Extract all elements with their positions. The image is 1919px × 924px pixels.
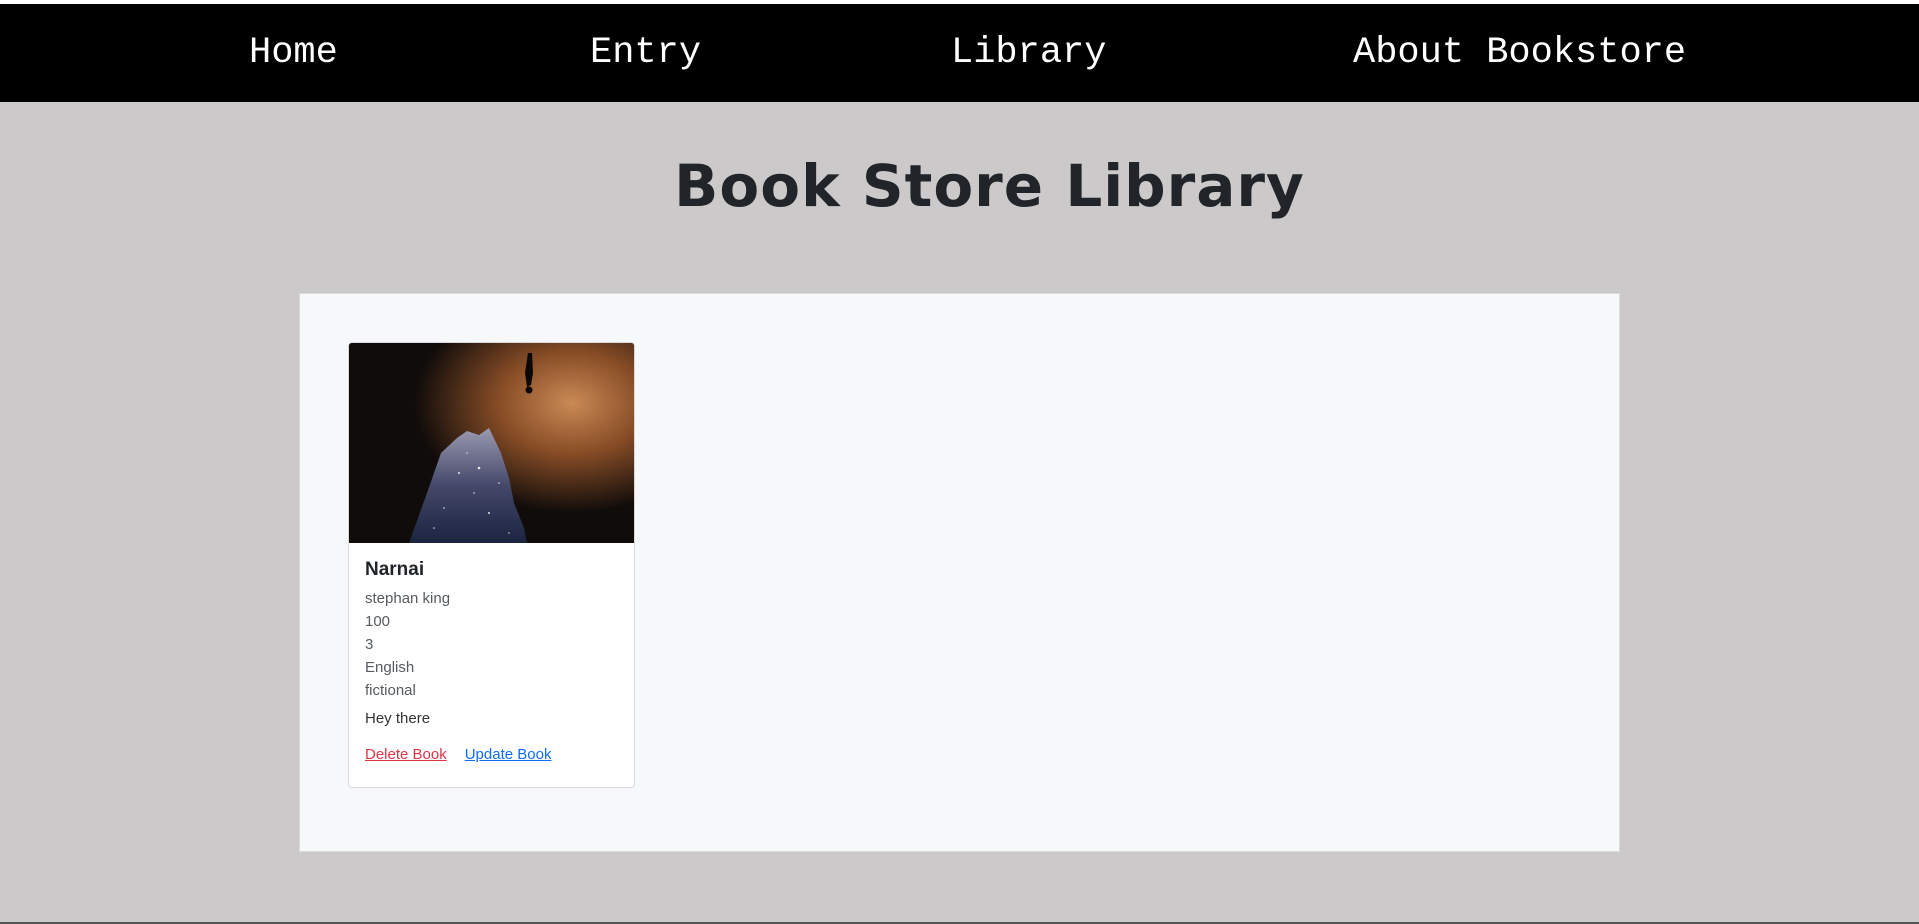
book-card: Narnai stephan king 100 3 English fictio… (348, 342, 635, 788)
book-title: Narnai (365, 559, 425, 580)
book-language: English (365, 659, 415, 676)
library-panel: Narnai stephan king 100 3 English fictio… (299, 293, 1620, 852)
nav-entry-link[interactable]: Entry (590, 4, 701, 102)
delete-book-link[interactable]: Delete Book (365, 746, 447, 763)
update-book-link[interactable]: Update Book (465, 746, 552, 763)
nav-about-link[interactable]: About Bookstore (1353, 4, 1686, 102)
book-actions: Delete Book Update Book (365, 746, 618, 763)
book-author: stephan king (365, 590, 451, 607)
top-navbar: Home Entry Library About Bookstore (0, 4, 1919, 102)
book-price: 100 (365, 613, 391, 630)
book-description: Hey there (365, 710, 431, 727)
book-cover-image (349, 343, 634, 543)
book-card-body: Narnai stephan king 100 3 English fictio… (349, 543, 634, 763)
book-genre: fictional (365, 682, 416, 699)
nav-library-link[interactable]: Library (951, 4, 1106, 102)
book-quantity: 3 (365, 636, 374, 653)
page-title: Book Store Library (674, 152, 1305, 220)
nav-home-link[interactable]: Home (249, 4, 338, 102)
